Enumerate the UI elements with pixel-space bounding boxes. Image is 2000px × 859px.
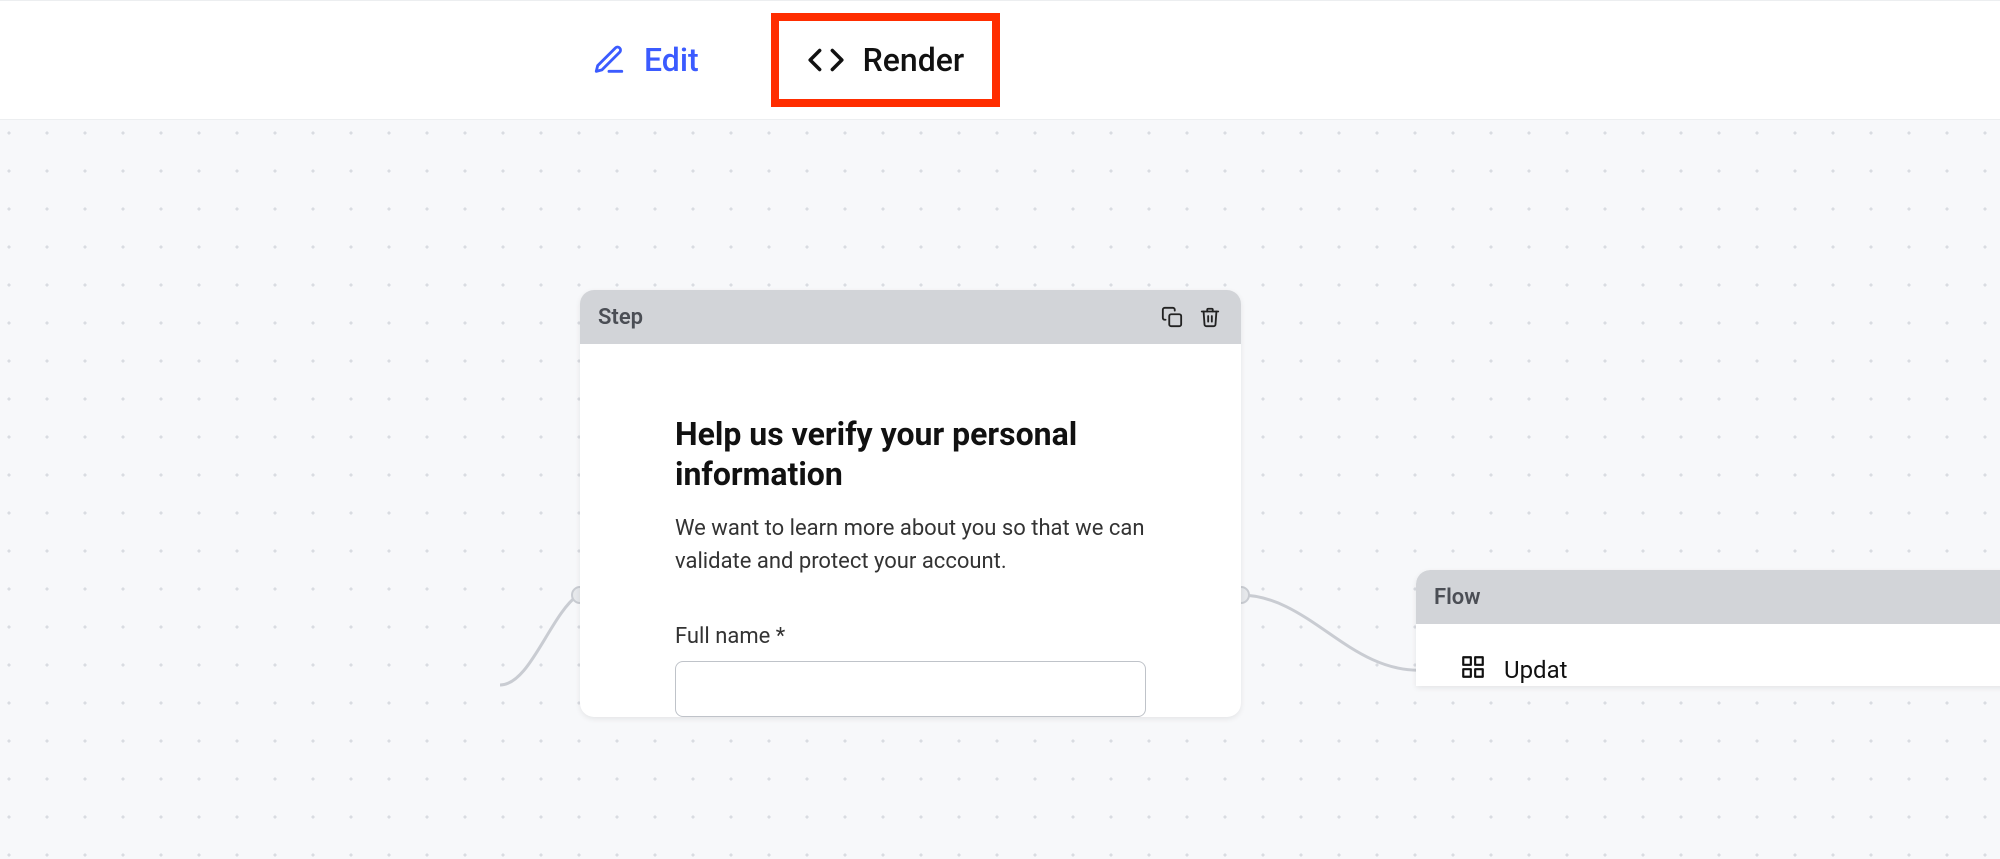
connector-right bbox=[1240, 580, 1430, 700]
top-toolbar: Edit Render bbox=[0, 0, 2000, 120]
step-title: Help us verify your personal information bbox=[675, 414, 1146, 494]
flow-item-icon bbox=[1460, 654, 1486, 686]
step-header: Step bbox=[580, 290, 1241, 344]
fullname-label: Full name * bbox=[675, 624, 1146, 649]
edit-tab-label: Edit bbox=[644, 41, 699, 79]
edit-icon bbox=[592, 43, 626, 77]
fullname-input[interactable] bbox=[675, 661, 1146, 717]
flow-body: Updat bbox=[1416, 624, 2000, 686]
step-node[interactable]: Step Help us verify your personal inform… bbox=[580, 290, 1241, 717]
flow-item-label: Updat bbox=[1504, 656, 1567, 684]
flow-header: Flow bbox=[1416, 570, 2000, 624]
flow-canvas[interactable]: Step Help us verify your personal inform… bbox=[0, 120, 2000, 859]
render-tab[interactable]: Render bbox=[771, 13, 1001, 107]
delete-button[interactable] bbox=[1197, 304, 1223, 330]
edit-tab[interactable]: Edit bbox=[570, 29, 721, 91]
step-description: We want to learn more about you so that … bbox=[675, 512, 1146, 578]
step-header-label: Step bbox=[598, 305, 643, 330]
code-icon bbox=[807, 41, 845, 79]
flow-header-label: Flow bbox=[1434, 585, 1481, 610]
render-tab-label: Render bbox=[863, 41, 965, 79]
flow-node[interactable]: Flow Updat bbox=[1416, 570, 2000, 686]
step-body: Help us verify your personal information… bbox=[580, 344, 1241, 717]
duplicate-button[interactable] bbox=[1159, 304, 1185, 330]
